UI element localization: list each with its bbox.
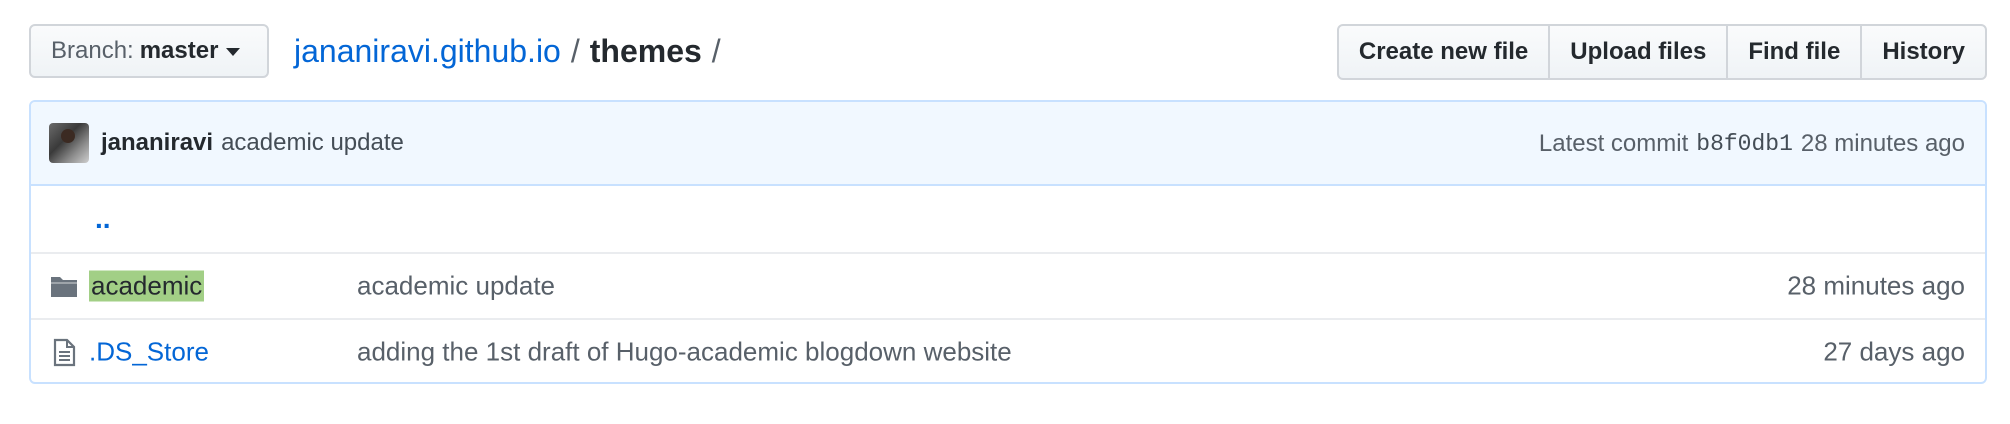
commit-sha-link[interactable]: b8f0db1 [1696,131,1793,157]
parent-directory-row: .. [31,186,1985,252]
history-button[interactable]: History [1860,24,1987,80]
latest-commit-prefix: Latest commit [1538,130,1689,157]
breadcrumb-current-dir: themes [589,33,702,69]
file-navigation: Branch: master jananiravi.github.io / them… [29,24,1987,80]
branch-name: master [139,37,219,64]
branch-label: Branch: [51,37,134,64]
file-row: .DS_Store adding the 1st draft of Hugo-a… [31,318,1985,382]
file-name-link[interactable]: academic [89,270,205,302]
breadcrumb: jananiravi.github.io / themes / [294,26,731,76]
file-age: 28 minutes ago [1787,270,1965,301]
file-row: academic academic update 28 minutes ago [31,252,1985,318]
file-name-link[interactable]: .DS_Store [89,337,209,368]
caret-down-icon [226,48,241,56]
file-icon [49,337,79,367]
breadcrumb-repo-link[interactable]: jananiravi.github.io [294,33,561,69]
folder-icon [49,271,79,301]
parent-directory-link[interactable]: .. [95,203,111,235]
file-commit-message[interactable]: adding the 1st draft of Hugo-academic bl… [357,337,1012,368]
find-file-button[interactable]: Find file [1726,24,1863,80]
avatar[interactable] [49,123,89,163]
breadcrumb-separator-trailing: / [711,33,721,69]
latest-commit-bar: jananiravi academic update Latest commit… [31,102,1985,186]
upload-files-button[interactable]: Upload files [1548,24,1729,80]
file-list: jananiravi academic update Latest commit… [29,100,1987,384]
latest-commit-info: Latest commit b8f0db1 28 minutes ago [1539,102,1965,186]
file-age: 27 days ago [1823,336,1965,367]
branch-select-button[interactable]: Branch: master [29,24,269,78]
latest-commit-age: 28 minutes ago [1800,130,1965,157]
create-new-file-button[interactable]: Create new file [1336,24,1551,80]
breadcrumb-separator: / [570,33,580,69]
file-actions-group: Create new file Upload files Find file H… [1336,24,1987,80]
file-commit-message[interactable]: academic update [357,271,555,302]
commit-author[interactable]: jananiravi [101,129,213,157]
commit-message[interactable]: academic update [221,129,404,157]
